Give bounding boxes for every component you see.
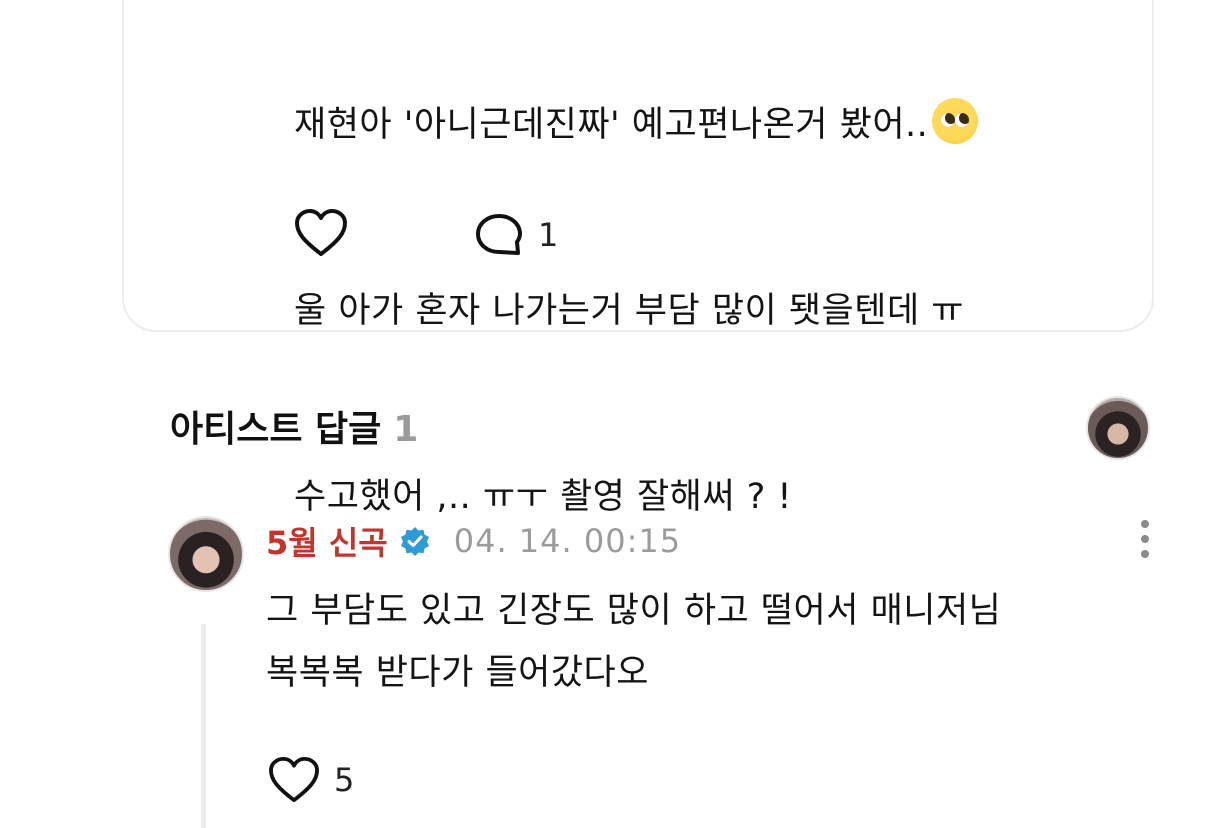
heart-icon bbox=[269, 756, 319, 803]
reply-author-avatar[interactable] bbox=[168, 516, 244, 592]
thread-line bbox=[201, 624, 206, 828]
verified-badge-icon bbox=[400, 526, 430, 556]
post-line: 재현아 '아니근데진짜' 예고편나온거 봤어.. bbox=[294, 94, 979, 156]
reply-like-button[interactable]: 5 bbox=[268, 756, 354, 804]
fan-post-card: 재현아 '아니근데진짜' 예고편나온거 봤어.. 울 아가 혼자 나가는거 부담… bbox=[122, 0, 1154, 517]
more-options-icon[interactable] bbox=[1136, 520, 1154, 560]
artist-replies-title: 아티스트 답글 bbox=[170, 409, 382, 450]
artist-replies-count: 1 bbox=[393, 409, 419, 450]
reply-body: 그 부담도 있고 긴장도 많이 하고 떨어서 매니저님 복복복 받다가 들어갔다… bbox=[266, 580, 1001, 704]
pleading-face-emoji-icon bbox=[932, 98, 979, 144]
comment-bubble-icon bbox=[476, 214, 522, 255]
reply-like-count: 5 bbox=[334, 761, 355, 799]
comment-count: 1 bbox=[538, 216, 559, 254]
reply-line: 그 부담도 있고 긴장도 많이 하고 떨어서 매니저님 bbox=[266, 591, 1002, 631]
post-line: 울 아가 혼자 나가는거 부담 많이 됏을텐데 ㅠ bbox=[294, 291, 964, 331]
post-like-button[interactable] bbox=[294, 208, 348, 262]
reply-line: 복복복 받다가 들어갔다오 bbox=[266, 653, 649, 693]
artist-replies-header: 아티스트 답글 1 bbox=[170, 400, 418, 452]
reply-author-name[interactable]: 5월 신곡 bbox=[266, 518, 388, 564]
reply-timestamp: 04. 14. 00:15 bbox=[453, 522, 682, 560]
artist-avatar[interactable] bbox=[1086, 396, 1150, 460]
reply-header: 5월 신곡 04. 14. 00:15 bbox=[266, 518, 681, 564]
fan-post-thread: 재현아 '아니근데진짜' 예고편나온거 봤어.. 울 아가 혼자 나가는거 부담… bbox=[0, 0, 1206, 828]
heart-icon bbox=[295, 209, 347, 256]
post-comment-button[interactable]: 1 bbox=[474, 212, 558, 258]
